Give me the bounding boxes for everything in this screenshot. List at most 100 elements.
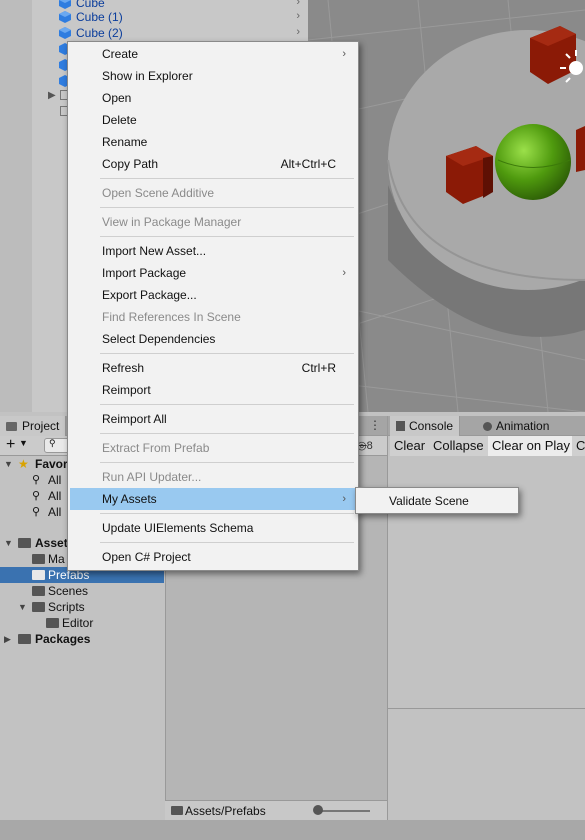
clear-on-build-button[interactable]: C xyxy=(572,436,585,456)
chevron-right-icon[interactable]: › xyxy=(296,26,300,38)
cube-icon xyxy=(59,11,71,23)
menu-item-extract-from-prefab: Extract From Prefab xyxy=(70,437,356,459)
add-icon[interactable]: + xyxy=(6,436,15,454)
tree-item-label: All xyxy=(48,489,62,503)
menu-item-label: Run API Updater... xyxy=(102,470,202,484)
menu-item-label: Open Scene Additive xyxy=(102,186,215,200)
menu-separator xyxy=(100,404,354,405)
hierarchy-item-cube-1[interactable]: Cube (1) xyxy=(58,9,123,25)
collapse-arrow-icon[interactable]: ▶ xyxy=(4,631,11,647)
search-icon: ⚲ xyxy=(32,474,41,486)
folder-icon xyxy=(46,618,59,628)
chevron-right-icon[interactable]: › xyxy=(296,0,300,8)
menu-item-label: Copy Path xyxy=(102,157,159,171)
menu-item-label: Reimport All xyxy=(102,412,167,426)
menu-item-label: Extract From Prefab xyxy=(102,441,210,455)
menu-item-create[interactable]: Create › xyxy=(70,43,356,65)
hierarchy-item-cube-2[interactable]: Cube (2) xyxy=(58,25,123,41)
folder-icon xyxy=(18,634,31,644)
console-detail-area[interactable] xyxy=(388,709,585,820)
zoom-slider-thumb[interactable] xyxy=(313,805,323,815)
context-menu: Create › Show in Explorer Open Delete Ren… xyxy=(67,41,359,571)
collapse-button[interactable]: Collapse xyxy=(429,436,489,456)
menu-item-select-dependencies[interactable]: Select Dependencies xyxy=(70,328,356,350)
menu-item-copy-path[interactable]: Copy Path Alt+Ctrl+C xyxy=(70,153,356,175)
menu-item-shortcut: Ctrl+R xyxy=(301,361,336,375)
menu-item-label: Create xyxy=(102,47,139,61)
menu-item-open-scene-additive: Open Scene Additive xyxy=(70,182,356,204)
status-bar xyxy=(0,820,585,840)
folder-open-icon xyxy=(18,538,31,548)
menu-item-label: Delete xyxy=(102,113,137,127)
chevron-right-icon[interactable]: › xyxy=(296,10,300,22)
clear-button[interactable]: Clear xyxy=(390,436,431,456)
menu-item-rename[interactable]: Rename xyxy=(70,131,356,153)
menu-item-open[interactable]: Open xyxy=(70,87,356,109)
hidden-count-label: 8 xyxy=(366,440,373,452)
tree-folder-scripts[interactable]: ▼ Scripts xyxy=(0,599,164,615)
folder-open-icon xyxy=(32,602,45,612)
menu-item-reimport[interactable]: Reimport xyxy=(70,379,356,401)
menu-item-label: Refresh xyxy=(102,361,145,375)
expand-arrow-icon[interactable]: ▼ xyxy=(18,599,27,615)
menu-item-delete[interactable]: Delete xyxy=(70,109,356,131)
menu-item-label: Import New Asset... xyxy=(102,244,207,258)
console-panel: Console Animation Clear Collapse Clear o… xyxy=(387,416,585,820)
hidden-count[interactable]: ◎8 xyxy=(357,439,373,452)
menu-item-show-in-explorer[interactable]: Show in Explorer xyxy=(70,65,356,87)
hierarchy-item-label: Cube (1) xyxy=(76,10,123,24)
star-icon: ★ xyxy=(18,457,29,471)
menu-separator xyxy=(100,433,354,434)
hierarchy-item-label: Cube (2) xyxy=(76,26,123,40)
menu-item-import-package[interactable]: Import Package › xyxy=(70,262,356,284)
tree-folder-editor[interactable]: Editor xyxy=(0,615,164,631)
menu-separator xyxy=(100,353,354,354)
expand-arrow-icon[interactable]: ▼ xyxy=(4,535,13,551)
tree-folder-scenes[interactable]: Scenes xyxy=(0,583,164,599)
tree-item-label: All xyxy=(48,473,62,487)
cube-icon xyxy=(59,27,71,39)
menu-item-import-new-asset[interactable]: Import New Asset... xyxy=(70,240,356,262)
tree-item-label: Scenes xyxy=(48,584,89,598)
menu-item-find-references-in-scene: Find References In Scene xyxy=(70,306,356,328)
menu-item-reimport-all[interactable]: Reimport All xyxy=(70,408,356,430)
hierarchy-gutter xyxy=(0,0,32,412)
project-statusbar: Assets/Prefabs xyxy=(165,800,387,820)
folder-icon xyxy=(32,554,45,564)
chevron-right-icon: › xyxy=(342,493,346,505)
console-tab-strip: Console Animation xyxy=(388,416,585,436)
tab-console-label: Console xyxy=(409,419,454,433)
menu-item-label: Export Package... xyxy=(102,288,197,302)
chevron-down-icon[interactable]: ▼ xyxy=(19,438,28,448)
tab-project[interactable]: Project xyxy=(0,416,67,436)
menu-item-label: Reimport xyxy=(102,383,151,397)
tree-packages[interactable]: ▶ Packages xyxy=(0,631,164,647)
menu-item-refresh[interactable]: Refresh Ctrl+R xyxy=(70,357,356,379)
folder-icon xyxy=(32,570,45,580)
menu-item-export-package[interactable]: Export Package... xyxy=(70,284,356,306)
menu-item-shortcut: Alt+Ctrl+C xyxy=(280,157,336,171)
tab-console[interactable]: Console xyxy=(390,416,461,436)
menu-item-label: Show in Explorer xyxy=(102,69,193,83)
menu-item-validate-scene[interactable]: Validate Scene xyxy=(358,490,516,512)
animation-icon xyxy=(483,422,492,431)
menu-item-open-csharp-project[interactable]: Open C# Project xyxy=(70,546,356,568)
folder-icon xyxy=(171,806,183,815)
tab-animation[interactable]: Animation xyxy=(477,416,555,436)
more-options-icon[interactable]: ⋮ xyxy=(369,418,381,432)
tree-favorites-label: Favor xyxy=(35,457,68,471)
clear-on-play-button[interactable]: Clear on Play xyxy=(488,436,576,456)
menu-item-label: View in Package Manager xyxy=(102,215,242,229)
menu-item-label: Open C# Project xyxy=(102,550,191,564)
zoom-slider[interactable] xyxy=(315,810,370,812)
expand-arrow-icon[interactable]: ▶ xyxy=(48,90,56,101)
tree-item-label: Scripts xyxy=(48,600,85,614)
search-icon: ⚲ xyxy=(32,506,41,518)
menu-item-update-uielements-schema[interactable]: Update UIElements Schema xyxy=(70,517,356,539)
folder-icon xyxy=(6,422,17,431)
tree-packages-label: Packages xyxy=(35,632,91,646)
menu-separator xyxy=(100,207,354,208)
menu-item-label: Open xyxy=(102,91,132,105)
expand-arrow-icon[interactable]: ▼ xyxy=(4,456,13,472)
menu-item-my-assets[interactable]: My Assets › xyxy=(70,488,356,510)
